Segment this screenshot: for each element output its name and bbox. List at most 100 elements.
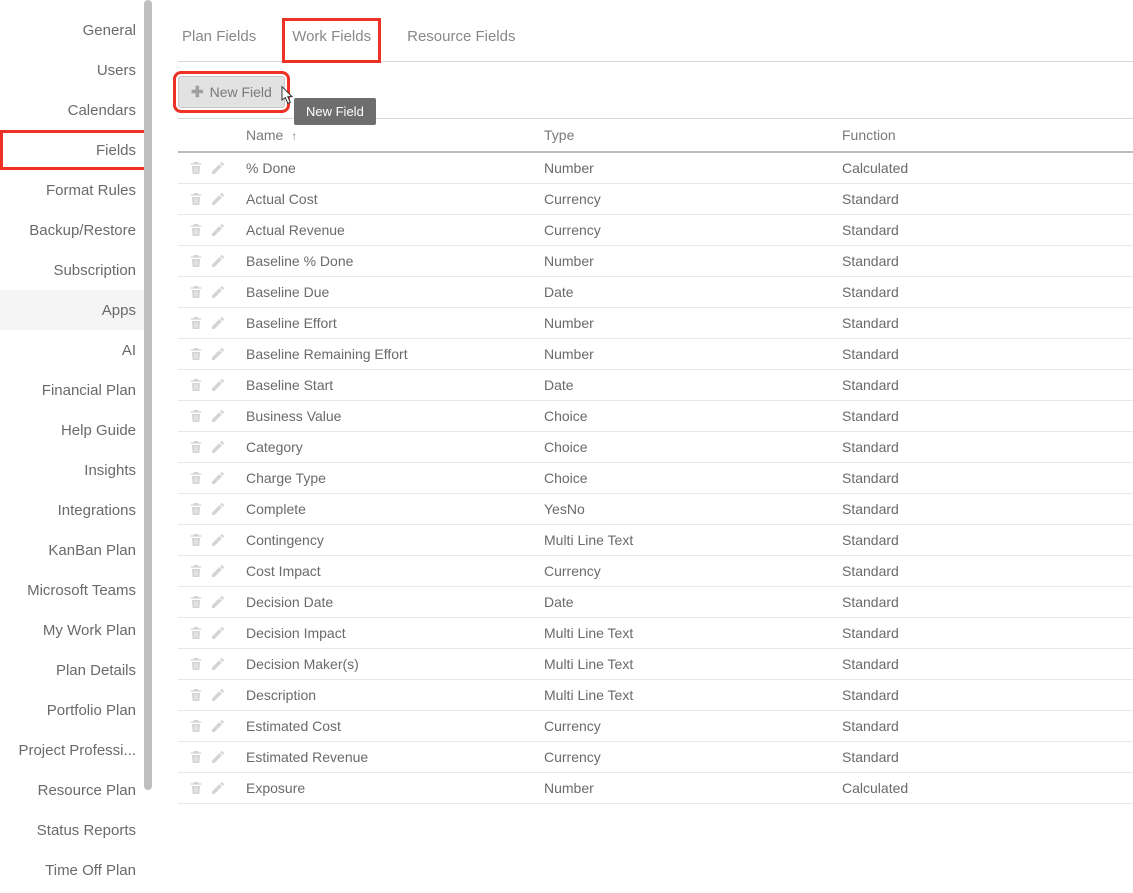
field-name[interactable]: Category: [236, 432, 534, 463]
tab-resource-fields[interactable]: Resource Fields: [403, 20, 519, 61]
sidebar-scrollbar[interactable]: [144, 0, 152, 790]
field-name[interactable]: Estimated Cost: [236, 711, 534, 742]
sidebar-item-subscription[interactable]: Subscription: [0, 250, 152, 290]
field-name[interactable]: Cost Impact: [236, 556, 534, 587]
trash-icon[interactable]: [188, 439, 204, 455]
edit-icon[interactable]: [210, 749, 226, 765]
edit-icon[interactable]: [210, 718, 226, 734]
sidebar-item-apps[interactable]: Apps: [0, 290, 152, 330]
field-name[interactable]: % Done: [236, 152, 534, 184]
field-name[interactable]: Description: [236, 680, 534, 711]
sidebar-item-label: Integrations: [58, 502, 136, 519]
edit-icon[interactable]: [210, 408, 226, 424]
sidebar-item-ai[interactable]: AI: [0, 330, 152, 370]
field-name[interactable]: Business Value: [236, 401, 534, 432]
trash-icon[interactable]: [188, 718, 204, 734]
sidebar-item-backup-restore[interactable]: Backup/Restore: [0, 210, 152, 250]
field-name[interactable]: Actual Revenue: [236, 215, 534, 246]
field-name[interactable]: Baseline Remaining Effort: [236, 339, 534, 370]
column-name[interactable]: Name ↑: [236, 119, 534, 153]
field-name[interactable]: Charge Type: [236, 463, 534, 494]
edit-icon[interactable]: [210, 470, 226, 486]
sidebar-item-fields[interactable]: Fields: [0, 130, 152, 170]
field-function: Standard: [832, 618, 1133, 649]
sidebar-item-portfolio-plan[interactable]: Portfolio Plan: [0, 690, 152, 730]
field-type: Currency: [534, 184, 832, 215]
sidebar-item-time-off-plan[interactable]: Time Off Plan: [0, 850, 152, 890]
trash-icon[interactable]: [188, 656, 204, 672]
column-function[interactable]: Function: [832, 119, 1133, 153]
edit-icon[interactable]: [210, 439, 226, 455]
field-name[interactable]: Baseline Due: [236, 277, 534, 308]
edit-icon[interactable]: [210, 377, 226, 393]
field-name[interactable]: Complete: [236, 494, 534, 525]
trash-icon[interactable]: [188, 470, 204, 486]
sidebar-item-label: Time Off Plan: [45, 862, 136, 879]
edit-icon[interactable]: [210, 625, 226, 641]
edit-icon[interactable]: [210, 346, 226, 362]
tab-plan-fields[interactable]: Plan Fields: [178, 20, 260, 61]
edit-icon[interactable]: [210, 284, 226, 300]
trash-icon[interactable]: [188, 377, 204, 393]
trash-icon[interactable]: [188, 346, 204, 362]
new-field-button[interactable]: ✚ New Field: [178, 76, 285, 108]
edit-icon[interactable]: [210, 780, 226, 796]
edit-icon[interactable]: [210, 253, 226, 269]
tab-work-fields[interactable]: Work Fields: [284, 20, 379, 61]
edit-icon[interactable]: [210, 532, 226, 548]
field-name[interactable]: Decision Impact: [236, 618, 534, 649]
trash-icon[interactable]: [188, 315, 204, 331]
sidebar-item-calendars[interactable]: Calendars: [0, 90, 152, 130]
trash-icon[interactable]: [188, 780, 204, 796]
trash-icon[interactable]: [188, 253, 204, 269]
field-type: Currency: [534, 556, 832, 587]
trash-icon[interactable]: [188, 501, 204, 517]
sidebar-item-integrations[interactable]: Integrations: [0, 490, 152, 530]
sidebar-item-general[interactable]: General: [0, 10, 152, 50]
sidebar-item-project-professi[interactable]: Project Professi...: [0, 730, 152, 770]
sidebar-item-resource-plan[interactable]: Resource Plan: [0, 770, 152, 810]
trash-icon[interactable]: [188, 594, 204, 610]
edit-icon[interactable]: [210, 191, 226, 207]
edit-icon[interactable]: [210, 594, 226, 610]
sidebar-item-users[interactable]: Users: [0, 50, 152, 90]
sidebar-item-help-guide[interactable]: Help Guide: [0, 410, 152, 450]
trash-icon[interactable]: [188, 563, 204, 579]
trash-icon[interactable]: [188, 160, 204, 176]
field-name[interactable]: Actual Cost: [236, 184, 534, 215]
sidebar-item-status-reports[interactable]: Status Reports: [0, 810, 152, 850]
sidebar-item-microsoft-teams[interactable]: Microsoft Teams: [0, 570, 152, 610]
edit-icon[interactable]: [210, 563, 226, 579]
trash-icon[interactable]: [188, 284, 204, 300]
trash-icon[interactable]: [188, 408, 204, 424]
trash-icon[interactable]: [188, 625, 204, 641]
edit-icon[interactable]: [210, 160, 226, 176]
trash-icon[interactable]: [188, 222, 204, 238]
trash-icon[interactable]: [188, 687, 204, 703]
sidebar-item-format-rules[interactable]: Format Rules: [0, 170, 152, 210]
table-row: ExposureNumberCalculated: [178, 773, 1133, 804]
sidebar-item-insights[interactable]: Insights: [0, 450, 152, 490]
sidebar-item-my-work-plan[interactable]: My Work Plan: [0, 610, 152, 650]
field-name[interactable]: Decision Date: [236, 587, 534, 618]
column-type[interactable]: Type: [534, 119, 832, 153]
field-name[interactable]: Estimated Revenue: [236, 742, 534, 773]
field-name[interactable]: Exposure: [236, 773, 534, 804]
edit-icon[interactable]: [210, 687, 226, 703]
edit-icon[interactable]: [210, 656, 226, 672]
trash-icon[interactable]: [188, 532, 204, 548]
field-name[interactable]: Contingency: [236, 525, 534, 556]
field-name[interactable]: Baseline Effort: [236, 308, 534, 339]
sidebar-item-plan-details[interactable]: Plan Details: [0, 650, 152, 690]
trash-icon[interactable]: [188, 749, 204, 765]
field-type: Choice: [534, 463, 832, 494]
edit-icon[interactable]: [210, 222, 226, 238]
field-name[interactable]: Decision Maker(s): [236, 649, 534, 680]
edit-icon[interactable]: [210, 501, 226, 517]
edit-icon[interactable]: [210, 315, 226, 331]
field-name[interactable]: Baseline % Done: [236, 246, 534, 277]
trash-icon[interactable]: [188, 191, 204, 207]
sidebar-item-kanban-plan[interactable]: KanBan Plan: [0, 530, 152, 570]
field-name[interactable]: Baseline Start: [236, 370, 534, 401]
sidebar-item-financial-plan[interactable]: Financial Plan: [0, 370, 152, 410]
